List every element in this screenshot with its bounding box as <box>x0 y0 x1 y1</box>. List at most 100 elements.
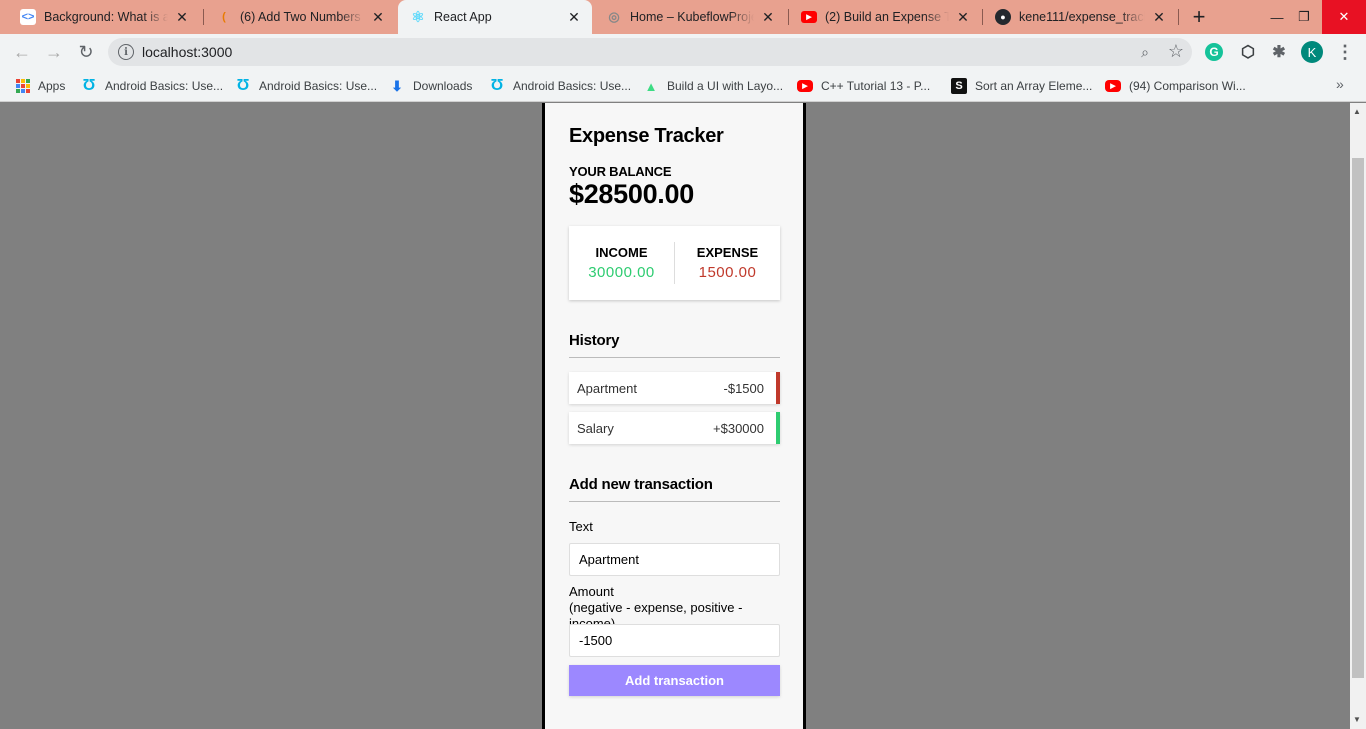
scroll-up-arrow-icon[interactable]: ▲ <box>1353 107 1361 116</box>
tab-strip: <> Background: What is a G ✕ ( (6) Add T… <box>0 0 1366 34</box>
bookmark-cpp-tutorial[interactable]: ▶ C++ Tutorial 13 - P... <box>797 76 930 96</box>
youtube-icon: ▶ <box>797 80 813 92</box>
bookmark-sort-array[interactable]: S Sort an Array Eleme... <box>951 76 1092 96</box>
bookmark-label: Build a UI with Layo... <box>667 79 784 93</box>
bookmark-label: Sort an Array Eleme... <box>975 79 1093 93</box>
browser-toolbar: ← → ↻ i localhost:3000 ⌕ ☆ G ⬡ ✱ K ⋮ <box>0 34 1366 70</box>
android-icon: ▲ <box>644 78 658 94</box>
bookmark-comparison[interactable]: ▶ (94) Comparison Wi... <box>1105 76 1246 96</box>
bookmark-android-basics-2[interactable]: Ʊ Android Basics: Use... <box>235 76 377 96</box>
tab-expense-tracker-video[interactable]: ▶ (2) Build an Expense Tra ✕ <box>789 0 981 34</box>
apps-grid-icon <box>16 79 30 93</box>
s-icon: S <box>951 78 967 94</box>
download-icon: ⬇ <box>391 77 403 94</box>
google-dev-icon: <> <box>20 9 36 25</box>
close-icon[interactable]: ✕ <box>760 9 776 25</box>
amount-field-label: Amount <box>569 584 614 599</box>
bookmark-android-basics-1[interactable]: Ʊ Android Basics: Use... <box>81 76 223 96</box>
bookmark-label: Android Basics: Use... <box>513 79 632 93</box>
udacity-icon: Ʊ <box>82 77 96 94</box>
history-item-text: Salary <box>577 420 614 436</box>
page-viewport: Expense Tracker Your Balance $28500.00 I… <box>0 103 1350 729</box>
income-column: Income 30000.00 <box>569 245 674 281</box>
scroll-down-arrow-icon[interactable]: ▼ <box>1353 715 1361 724</box>
amount-input[interactable]: -1500 <box>569 624 780 657</box>
cube-extension-icon[interactable]: ⬡ <box>1237 41 1259 63</box>
income-label: Income <box>595 245 648 260</box>
income-amount: 30000.00 <box>588 264 655 281</box>
window-close-icon[interactable]: ✕ <box>1322 0 1366 34</box>
bookmark-label: C++ Tutorial 13 - P... <box>821 79 931 93</box>
tab-title: (2) Build an Expense Tra <box>825 10 949 24</box>
tab-github[interactable]: ● kene111/expense_tracke ✕ <box>983 0 1177 34</box>
expense-amount: 1500.00 <box>698 264 757 281</box>
income-expense-card: Income 30000.00 Expense 1500.00 <box>569 226 780 300</box>
history-item-apartment[interactable]: Apartment -$1500 <box>569 372 780 404</box>
expense-tracker-app: Expense Tracker Your Balance $28500.00 I… <box>542 103 806 729</box>
tab-title: Home – KubeflowProject <box>630 10 754 24</box>
bookmark-label: (94) Comparison Wi... <box>1129 79 1246 93</box>
bookmark-build-ui[interactable]: ▲ Build a UI with Layo... <box>643 76 784 96</box>
tab-title: (6) Add Two Numbers - L <box>240 10 364 24</box>
close-icon[interactable]: ✕ <box>1151 9 1167 25</box>
tab-add-two-numbers[interactable]: ( (6) Add Two Numbers - L ✕ <box>204 0 396 34</box>
tab-separator <box>1178 9 1179 25</box>
youtube-icon: ▶ <box>801 11 817 23</box>
info-icon[interactable]: i <box>118 44 134 60</box>
close-icon[interactable]: ✕ <box>174 9 190 25</box>
tab-title: Background: What is a G <box>44 10 168 24</box>
github-icon: ● <box>995 9 1011 25</box>
tab-react-app[interactable]: ⚛ React App ✕ <box>398 0 592 34</box>
bookmark-star-icon[interactable]: ☆ <box>1166 41 1186 61</box>
new-tab-plus-icon[interactable]: + <box>1188 4 1210 29</box>
history-item-amount: +$30000 <box>713 420 764 436</box>
close-icon[interactable]: ✕ <box>566 9 582 25</box>
bookmark-label: Apps <box>38 79 66 93</box>
url-text[interactable]: localhost:3000 <box>142 44 232 60</box>
balance-label: Your Balance <box>569 164 672 179</box>
bookmark-android-basics-3[interactable]: Ʊ Android Basics: Use... <box>489 76 631 96</box>
bookmark-label: Android Basics: Use... <box>105 79 224 93</box>
scrollbar-thumb[interactable] <box>1352 158 1364 678</box>
page-scrollbar[interactable]: ▲ ▼ <box>1350 103 1366 729</box>
udacity-icon: Ʊ <box>236 77 250 94</box>
back-arrow-icon[interactable]: ← <box>10 40 34 64</box>
tab-background[interactable]: <> Background: What is a G ✕ <box>0 0 200 34</box>
forward-arrow-icon[interactable]: → <box>42 40 66 64</box>
close-icon[interactable]: ✕ <box>955 9 971 25</box>
tab-title: kene111/expense_tracke <box>1019 10 1145 24</box>
react-icon: ⚛ <box>411 9 425 26</box>
udacity-icon: Ʊ <box>490 77 504 94</box>
reload-icon[interactable]: ↻ <box>74 40 98 64</box>
restore-icon[interactable]: ❐ <box>1290 0 1318 34</box>
zoom-icon[interactable]: ⌕ <box>1135 42 1155 62</box>
kebab-menu-icon[interactable]: ⋮ <box>1334 41 1356 63</box>
history-heading: History <box>569 332 780 358</box>
history-item-salary[interactable]: Salary +$30000 <box>569 412 780 444</box>
bookmark-label: Android Basics: Use... <box>259 79 378 93</box>
history-item-amount: -$1500 <box>723 380 764 396</box>
add-transaction-button[interactable]: Add transaction <box>569 665 780 696</box>
tab-title: React App <box>434 10 492 24</box>
expense-column: Expense 1500.00 <box>675 245 780 281</box>
close-icon[interactable]: ✕ <box>370 9 386 25</box>
globe-icon: ◎ <box>608 9 620 24</box>
bookmark-apps[interactable]: Apps <box>16 76 65 96</box>
profile-avatar[interactable]: K <box>1301 41 1323 63</box>
extensions-puzzle-icon[interactable]: ✱ <box>1268 41 1290 63</box>
bookmarks-overflow-icon[interactable]: » <box>1336 76 1344 92</box>
grammarly-extension-icon[interactable]: G <box>1205 43 1223 61</box>
youtube-icon: ▶ <box>1105 80 1121 92</box>
expense-label: Expense <box>696 245 759 260</box>
address-bar[interactable]: i localhost:3000 ⌕ ☆ <box>108 38 1192 66</box>
bookmark-downloads[interactable]: ⬇ Downloads <box>389 76 472 96</box>
minimize-icon[interactable]: — <box>1263 0 1291 34</box>
history-item-text: Apartment <box>577 380 637 396</box>
bookmarks-bar: Apps Ʊ Android Basics: Use... Ʊ Android … <box>0 70 1366 102</box>
text-field-label: Text <box>569 519 593 534</box>
text-input[interactable]: Apartment <box>569 543 780 576</box>
leetcode-icon: ( <box>222 11 226 23</box>
tab-kubeflow[interactable]: ◎ Home – KubeflowProject ✕ <box>594 0 786 34</box>
add-transaction-heading: Add new transaction <box>569 476 780 502</box>
balance-amount: $28500.00 <box>569 179 694 209</box>
